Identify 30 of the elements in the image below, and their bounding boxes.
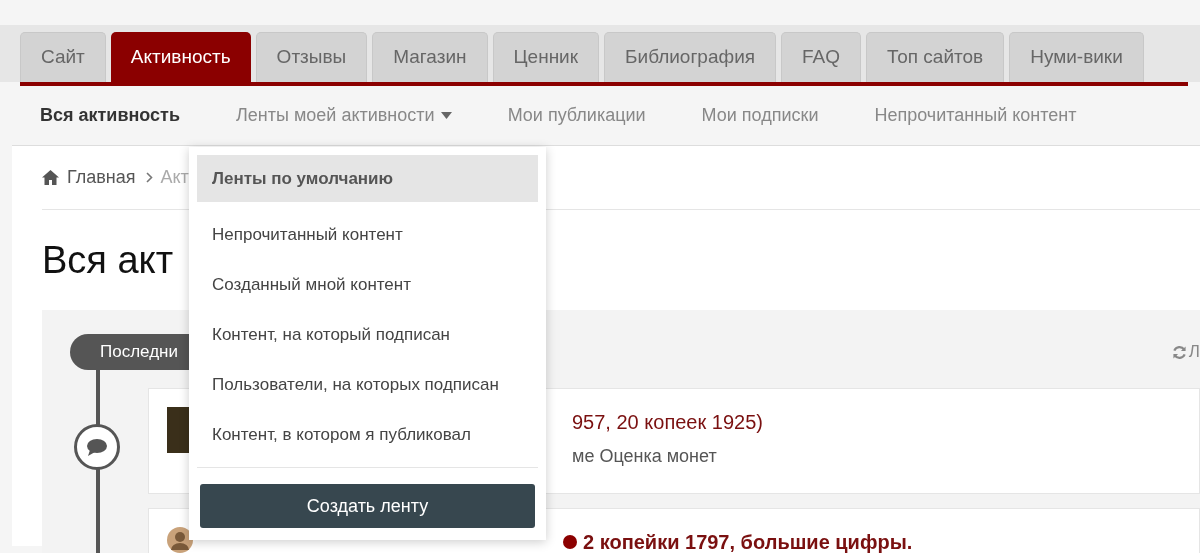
page-title: Вся акт	[42, 237, 174, 283]
menu-item[interactable]: Непрочитанный контент	[197, 210, 538, 260]
nav-tab[interactable]: Нуми-вики	[1009, 32, 1144, 82]
chevron-icon	[145, 172, 153, 183]
nav-tab[interactable]: Активность	[110, 32, 251, 82]
nav-tab[interactable]: Библиография	[604, 32, 777, 82]
nav-tab[interactable]: FAQ	[781, 32, 862, 82]
subnav-link[interactable]: Вся активность	[40, 102, 180, 129]
topic-link[interactable]: 957, 20 копеек 1925)	[572, 407, 763, 437]
nav-tab[interactable]: Топ сайтов	[866, 32, 1005, 82]
refresh-link[interactable]: Л	[1188, 339, 1200, 365]
nav-tab[interactable]: Ценник	[492, 32, 600, 82]
subnav-link[interactable]: Мои подписки	[701, 102, 819, 129]
menu-header: Ленты по умолчанию	[197, 155, 538, 202]
create-feed-button[interactable]: Создать ленту	[200, 484, 535, 528]
menu-item[interactable]: Контент, в котором я публиковал	[197, 410, 538, 460]
nav-tab[interactable]: Сайт	[20, 32, 106, 82]
topic-link[interactable]: 2 копейки 1797, большие цифры.	[583, 527, 913, 553]
home-icon	[42, 170, 59, 185]
subnav-link[interactable]: Непрочитанный контент	[874, 102, 1077, 129]
breadcrumb-link[interactable]: Главная	[67, 164, 136, 191]
avatar-icon	[167, 527, 193, 553]
nav-tab[interactable]: Магазин	[372, 32, 488, 82]
topic-forum-text: ме Оценка монет	[572, 445, 718, 468]
subnav-link[interactable]: Ленты моей активности	[236, 102, 452, 129]
breadcrumb-link[interactable]: Акт	[160, 164, 189, 191]
refresh-icon	[1171, 344, 1187, 360]
subnav-link[interactable]: Мои публикации	[507, 102, 646, 129]
menu-item[interactable]: Созданный мной контент	[197, 260, 538, 310]
nav-tab[interactable]: Отзывы	[255, 32, 368, 82]
